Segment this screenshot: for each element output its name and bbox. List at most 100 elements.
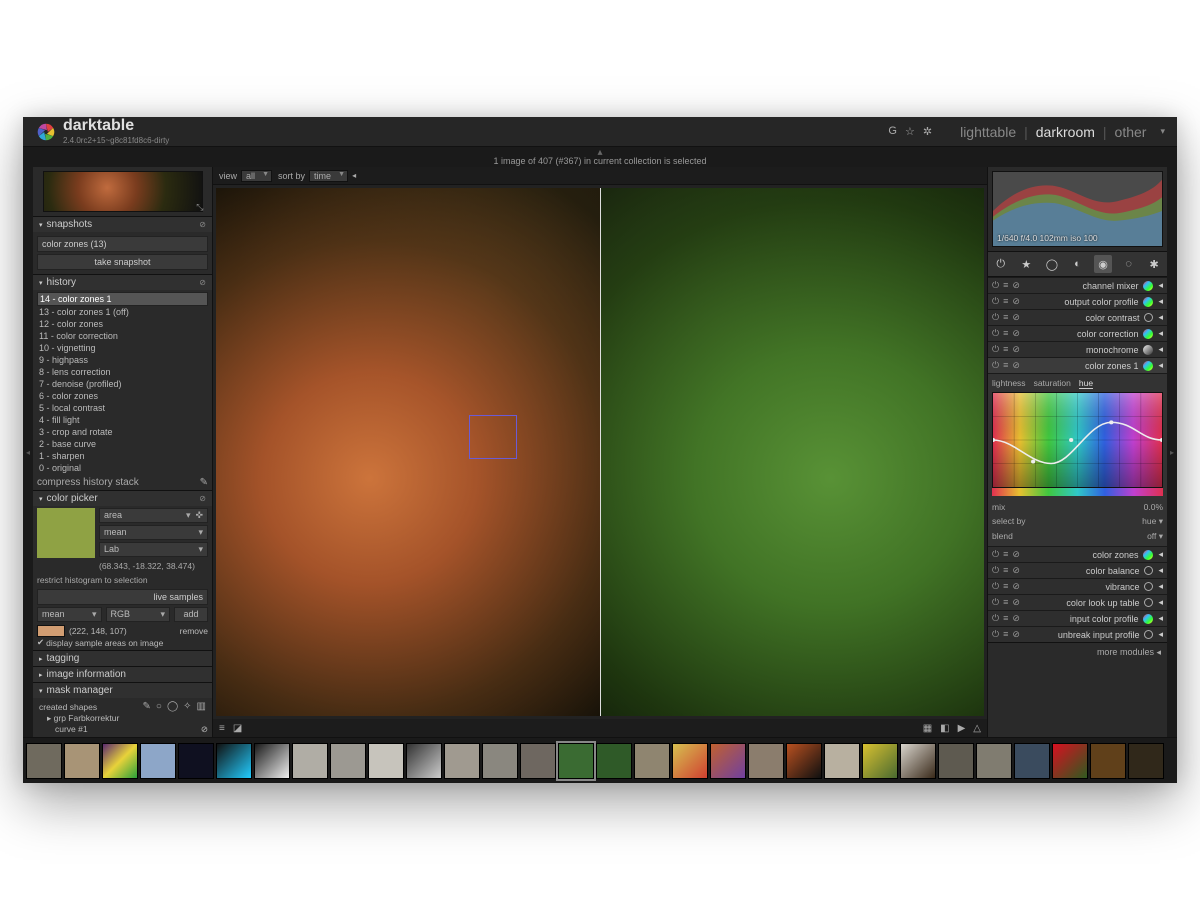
chevron-icon[interactable]: ◂ xyxy=(1158,312,1163,323)
history-item[interactable]: 2 - base curve xyxy=(37,438,208,450)
module-group-tab[interactable]: ◌ xyxy=(1120,255,1138,273)
history-item[interactable]: 12 - color zones xyxy=(37,318,208,330)
filmstrip-thumb[interactable] xyxy=(254,743,290,779)
view-other[interactable]: other xyxy=(1115,124,1147,140)
power-icon[interactable]: ⏻ xyxy=(992,296,999,307)
reset-icon[interactable]: ⊘ xyxy=(1012,344,1020,355)
history-header[interactable]: ▾history ⊘ xyxy=(33,275,212,290)
reset-icon[interactable]: ⊘ xyxy=(1012,360,1020,371)
circle-mask-icon[interactable]: ○ xyxy=(156,701,162,712)
power-icon[interactable]: ⏻ xyxy=(992,312,999,323)
display-samples-check[interactable]: ✔display sample areas on image xyxy=(37,637,208,648)
softproof-icon[interactable]: ▶ xyxy=(958,723,966,734)
module-row[interactable]: ⏻≡⊘input color profile◂ xyxy=(988,610,1167,626)
mask-header[interactable]: ▾mask manager xyxy=(33,683,212,698)
filmstrip-thumb[interactable] xyxy=(596,743,632,779)
filmstrip-thumb[interactable] xyxy=(786,743,822,779)
snapshot-split-line[interactable] xyxy=(600,188,601,716)
multi-icon[interactable]: ≡ xyxy=(1003,549,1008,560)
quick-preset-icon[interactable]: ≡ xyxy=(219,723,225,734)
history-item[interactable]: 10 - vignetting xyxy=(37,342,208,354)
reset-icon[interactable]: ⊘ xyxy=(1012,565,1020,576)
history-item[interactable]: 5 - local contrast xyxy=(37,402,208,414)
filmstrip-thumb[interactable] xyxy=(900,743,936,779)
cz-tab[interactable]: saturation xyxy=(1034,378,1071,389)
module-group-tab[interactable]: ◯ xyxy=(1043,255,1061,273)
mask-group[interactable]: ▸ grp Farbkorrektur xyxy=(37,713,208,724)
filmstrip-thumb[interactable] xyxy=(558,743,594,779)
chevron-icon[interactable]: ◂ xyxy=(1158,565,1163,576)
chevron-icon[interactable]: ◂ xyxy=(1158,629,1163,640)
filmstrip-thumb[interactable] xyxy=(710,743,746,779)
sort-select[interactable]: time xyxy=(309,170,348,182)
reset-icon[interactable]: ⊘ xyxy=(1012,597,1020,608)
power-icon[interactable]: ⏻ xyxy=(992,613,999,624)
filmstrip-thumb[interactable] xyxy=(406,743,442,779)
chevron-icon[interactable]: ◂ xyxy=(1158,549,1163,560)
cz-tab[interactable]: lightness xyxy=(992,378,1026,389)
reset-icon[interactable]: ⊘ xyxy=(1012,280,1020,291)
picker-stat-select[interactable]: mean▾ xyxy=(99,525,208,540)
tagging-header[interactable]: ▸tagging xyxy=(33,651,212,666)
filmstrip-thumb[interactable] xyxy=(634,743,670,779)
sample-remove[interactable]: remove xyxy=(180,626,208,636)
power-icon[interactable]: ⏻ xyxy=(992,360,999,371)
reset-icon[interactable]: ⊘ xyxy=(1012,328,1020,339)
color-picker-rect[interactable] xyxy=(469,415,517,459)
history-item[interactable]: 1 - sharpen xyxy=(37,450,208,462)
ellipse-mask-icon[interactable]: ◯ xyxy=(167,701,178,712)
multi-icon[interactable]: ≡ xyxy=(1003,581,1008,592)
module-group-tab[interactable]: ◉ xyxy=(1094,255,1112,273)
chevron-icon[interactable]: ◂ xyxy=(1158,280,1163,291)
filmstrip-thumb[interactable] xyxy=(748,743,784,779)
views-caret-icon[interactable]: ▾ xyxy=(1160,126,1165,137)
reset-icon[interactable]: ⊘ xyxy=(1012,549,1020,560)
module-row[interactable]: ⏻≡⊘color contrast◂ xyxy=(988,309,1167,325)
module-row[interactable]: ⏻≡⊘color correction◂ xyxy=(988,325,1167,341)
compress-history[interactable]: compress history stack xyxy=(37,477,139,488)
power-icon[interactable]: ⏻ xyxy=(992,565,999,576)
module-group-tab[interactable]: ◐ xyxy=(1068,255,1086,273)
module-row[interactable]: ⏻≡⊘unbreak input profile◂ xyxy=(988,626,1167,642)
filmstrip-thumb[interactable] xyxy=(444,743,480,779)
module-row[interactable]: ⏻≡⊘color zones◂ xyxy=(988,546,1167,562)
filmstrip-thumb[interactable] xyxy=(1090,743,1126,779)
chevron-icon[interactable]: ◂ xyxy=(1158,344,1163,355)
reset-icon[interactable]: ⊘ xyxy=(1012,581,1020,592)
filmstrip-thumb[interactable] xyxy=(102,743,138,779)
module-row[interactable]: ⏻≡⊘color look up table◂ xyxy=(988,594,1167,610)
sample-stat-select[interactable]: mean▾ xyxy=(37,607,102,622)
reset-icon[interactable]: ⊘ xyxy=(1012,613,1020,624)
gear-icon[interactable]: ✲ xyxy=(923,125,932,138)
g-icon[interactable]: G xyxy=(888,125,897,138)
chevron-icon[interactable]: ◂ xyxy=(1158,597,1163,608)
filmstrip-thumb[interactable] xyxy=(64,743,100,779)
filmstrip-thumb[interactable] xyxy=(1128,743,1164,779)
filmstrip-thumb[interactable] xyxy=(178,743,214,779)
filmstrip-thumb[interactable] xyxy=(292,743,328,779)
right-rail-collapse[interactable]: ▸ xyxy=(1167,167,1177,737)
take-snapshot-button[interactable]: take snapshot xyxy=(37,254,208,270)
reset-icon[interactable]: ⊘ xyxy=(1012,312,1020,323)
module-row[interactable]: ⏻≡⊘color balance◂ xyxy=(988,562,1167,578)
path-mask-icon[interactable]: ✧ xyxy=(183,701,191,712)
filmstrip-thumb[interactable] xyxy=(482,743,518,779)
sample-model-select[interactable]: RGB▾ xyxy=(106,607,171,622)
view-lighttable[interactable]: lighttable xyxy=(960,124,1016,140)
gamut-icon[interactable]: △ xyxy=(973,723,981,734)
gradient-mask-icon[interactable]: ▥ xyxy=(197,701,206,712)
multi-icon[interactable]: ≡ xyxy=(1003,597,1008,608)
image-info-header[interactable]: ▸image information xyxy=(33,667,212,682)
multi-icon[interactable]: ≡ xyxy=(1003,360,1008,371)
power-icon[interactable]: ⏻ xyxy=(992,629,999,640)
filmstrip-thumb[interactable] xyxy=(368,743,404,779)
multi-icon[interactable]: ≡ xyxy=(1003,280,1008,291)
multi-icon[interactable]: ≡ xyxy=(1003,328,1008,339)
underexpose-icon[interactable]: ◧ xyxy=(940,723,949,734)
module-row[interactable]: ⏻≡⊘color zones 1◂ xyxy=(988,357,1167,373)
filmstrip-thumb[interactable] xyxy=(330,743,366,779)
chevron-icon[interactable]: ◂ xyxy=(1158,581,1163,592)
mask-curve[interactable]: curve #1⊘ xyxy=(37,724,208,735)
power-icon[interactable]: ⏻ xyxy=(992,280,999,291)
more-modules[interactable]: more modules ◂ xyxy=(988,642,1167,662)
